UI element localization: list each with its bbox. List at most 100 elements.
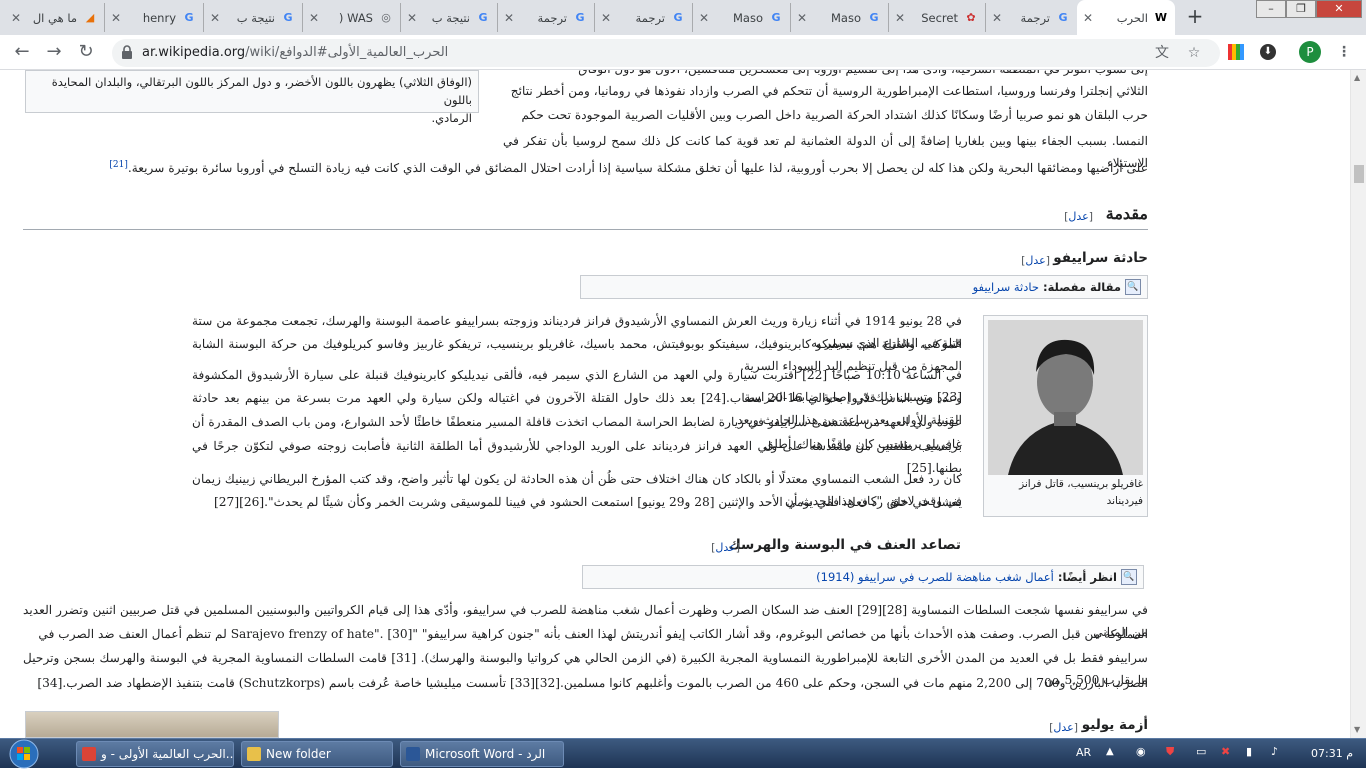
page-content: (الوفاق الثلاثي) يظهرون باللون الأخضر، و… [0,70,1350,738]
taskbar-item[interactable]: Microsoft Word - الرد [400,741,564,767]
close-tab-icon[interactable]: ✕ [1083,11,1095,25]
minimize-button[interactable]: – [1256,0,1286,18]
tray-signal-icon[interactable]: ▮ [1246,745,1252,758]
menu-kebab-icon[interactable]: ⋮ [1334,42,1354,62]
close-tab-icon[interactable]: ✕ [895,11,907,25]
extension-download-icon[interactable]: ⬇ [1258,42,1278,62]
hatnote-link-riots[interactable]: أعمال شغب مناهضة للصرب في سراييفو (1914) [816,566,1054,588]
taskbar-app-icon [406,747,420,761]
back-button[interactable]: ← [10,41,34,65]
tray-shield-icon[interactable]: ⛊ [1166,745,1174,759]
hatnote-main-article: 🔍 مقالة مفصلة: حادثة سراييفو [580,275,1148,299]
tab-strip: ✕ ما هي ال ◢ ✕ henry G ✕ نتيجة ب G ✕ WAS (◎ ✕ نتيجة … [0,0,1366,35]
close-tab-icon[interactable]: ✕ [601,11,613,25]
browser-tab[interactable]: ✕ ترجمة G [497,3,594,32]
browser-tab[interactable]: ✕ ترجمة G [594,3,692,32]
taskbar-app-icon [82,747,96,761]
edit-label[interactable]: عدل [1025,254,1045,267]
caption-line-1: غافريلو برينسيب، قاتل فرانز [1019,478,1143,490]
tab-title: ترجمة [1020,10,1050,25]
tray-chevron-icon[interactable]: ▲ [1106,746,1114,757]
edit-link-violence[interactable]: [عدل] [711,541,740,554]
page-scrollbar[interactable]: ▲ ▼ [1350,70,1366,738]
tab-title: الحرب [1116,10,1148,25]
ref-21[interactable]: [21] [109,160,127,170]
tab-title: ما هي ال [32,10,77,25]
taskbar-app-icon [247,747,261,761]
maximize-button[interactable]: ❐ [1286,0,1316,18]
legend-line-2: الرمادي. [431,111,473,125]
tab-favicon-icon: W [1154,11,1168,24]
tray-volume-icon[interactable]: ♪ [1271,745,1278,758]
tab-title: ترجمة [635,10,665,25]
close-tab-icon[interactable]: ✕ [992,11,1004,25]
tab-favicon-icon: G [771,11,781,24]
close-tab-icon[interactable]: ✕ [11,11,23,25]
address-bar[interactable]: ar.wikipedia.org/wiki/الحرب_العالمية_الأ… [112,39,1220,67]
top-paragraph-line-3: حرب البلقان هو نمو صربيا أرضًا وسكانًا ك… [521,108,1148,122]
start-button[interactable] [4,739,44,769]
sarajevo-p3-line-2: يفشل في خلق رد فعل، ففي يومي الأحد والإث… [214,495,962,509]
reload-button[interactable]: ↻ [74,41,98,65]
browser-tab[interactable]: ✕ Maso G [692,3,790,32]
profile-avatar[interactable]: P [1299,41,1321,63]
browser-tab[interactable]: ✕ نتيجة ب G [400,3,497,32]
scroll-thumb[interactable] [1354,165,1364,183]
close-tab-icon[interactable]: ✕ [797,11,809,25]
close-tab-icon[interactable]: ✕ [407,11,419,25]
top-paragraph-line-1: إلى نشوب التوتر في المنطقة الشرقية، وأدى… [498,70,1148,80]
section-heading-sarajevo: حادثة سراييفو [1053,250,1148,266]
browser-tab[interactable]: ✕ Secret ✿ [888,3,985,32]
tab-favicon-icon: G [575,11,585,24]
clock[interactable]: 07:31 م [1311,747,1353,760]
scroll-up-arrow[interactable]: ▲ [1354,73,1360,82]
hatnote-link-sarajevo[interactable]: حادثة سراييفو [973,276,1039,298]
translate-icon[interactable]: 文 [1152,43,1172,63]
caption-line-2: فيرديناند [1106,495,1143,507]
july-crisis-photo[interactable] [25,711,279,738]
taskbar-item[interactable]: New folder [241,741,393,767]
tray-network-error-icon[interactable]: ✖ [1221,745,1230,758]
tray-monitor-icon[interactable]: ▭ [1196,745,1206,758]
tab-favicon-icon: ✿ [966,11,976,24]
violence-p-line-4: الصرب البارزين و700 إلى 2,200 منهم مات ف… [37,676,1148,690]
close-tab-icon[interactable]: ✕ [210,11,222,25]
language-indicator[interactable]: AR [1076,746,1091,759]
browser-tab[interactable]: ✕ henry G [104,3,203,32]
windows-logo-icon [9,739,39,769]
browser-tab[interactable]: ✕ ترجمة G [985,3,1077,32]
extension-colorful-icon[interactable] [1226,42,1246,62]
bookmark-star-icon[interactable]: ☆ [1184,43,1204,63]
close-tab-icon[interactable]: ✕ [504,11,516,25]
browser-tab[interactable]: ✕ ما هي ال ◢ [5,3,104,32]
edit-link-july[interactable]: [عدل] [1049,721,1078,734]
browser-toolbar: ← → ↻ ar.wikipedia.org/wiki/الحرب_العالم… [0,35,1366,70]
browser-tab[interactable]: ✕ نتيجة ب G [203,3,302,32]
browser-tab[interactable]: ✕ Maso G [790,3,888,32]
close-tab-icon[interactable]: ✕ [699,11,711,25]
tab-title: Maso [831,10,861,25]
scroll-down-arrow[interactable]: ▼ [1354,725,1360,734]
top-paragraph-line-5: على أراضيها ومضائقها البحرية ولكن هذا كل… [23,154,1148,179]
edit-label[interactable]: عدل [715,541,735,554]
close-window-button[interactable]: ✕ [1316,0,1362,18]
taskbar-item[interactable]: الحرب العالمية الأولى - و... [76,741,234,767]
magnifier-icon: 🔍 [1125,279,1141,295]
edit-label[interactable]: عدل [1053,721,1073,734]
princip-photo[interactable] [988,320,1143,475]
tab-title: henry [142,10,176,25]
edit-link-intro[interactable]: [عدل] [1064,210,1093,223]
edit-link-sarajevo[interactable]: [عدل] [1021,254,1050,267]
tray-app-icon[interactable]: ◉ [1136,745,1146,758]
browser-tab[interactable]: ✕ WAS (◎ [302,3,400,32]
tab-favicon-icon: G [673,11,683,24]
tab-favicon-icon: G [1058,11,1068,24]
new-tab-button[interactable]: + [1183,5,1207,29]
close-tab-icon[interactable]: ✕ [309,11,321,25]
edit-label[interactable]: عدل [1068,210,1088,223]
browser-tab[interactable]: ✕ الحرب W [1077,0,1175,35]
close-tab-icon[interactable]: ✕ [111,11,123,25]
system-tray: AR ▲ ◉ ⛊ ▭ ✖ ▮ ♪ 07:31 م [1066,739,1366,769]
url-path: /wiki/الحرب_العالمية_الأولى#الدوافع [245,45,449,60]
forward-button[interactable]: → [42,41,66,65]
